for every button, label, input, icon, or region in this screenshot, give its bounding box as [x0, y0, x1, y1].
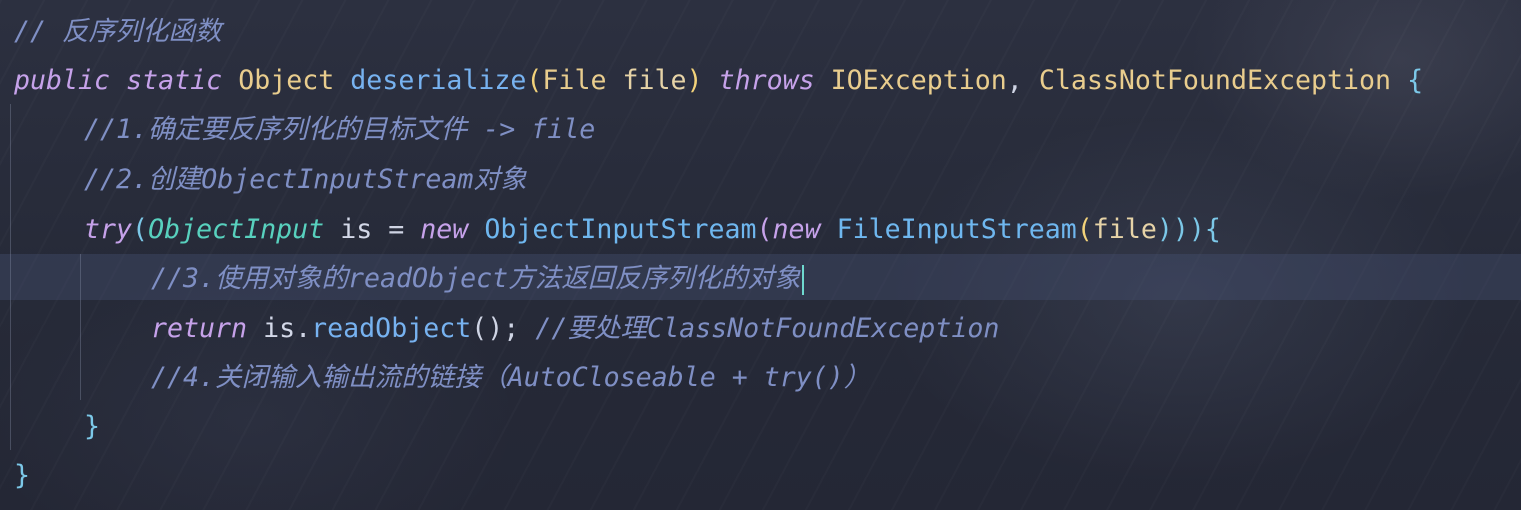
exception-type: ClassNotFoundException: [1038, 65, 1392, 96]
param-name: file: [622, 65, 687, 96]
variable: is: [340, 214, 373, 245]
text-caret: [801, 264, 804, 295]
call-parens: ();: [471, 313, 520, 344]
brace: }: [14, 460, 31, 491]
paren: (: [526, 65, 543, 96]
keyword-static: static: [126, 65, 223, 96]
operator: =: [388, 214, 405, 245]
indent-guide: [80, 254, 81, 400]
comma: ,: [1006, 65, 1023, 96]
class-name: FileInputStream: [836, 214, 1077, 245]
method-name: deserialize: [350, 65, 527, 96]
code-line-8[interactable]: //4.关闭输入输出流的链接（AutoCloseable + try()）: [151, 353, 870, 403]
code-line-1[interactable]: // 反序列化函数: [14, 7, 222, 57]
brace: {: [1204, 214, 1221, 245]
argument: file: [1092, 214, 1157, 245]
paren: (: [132, 214, 149, 245]
comment: //1.确定要反序列化的目标文件 -> file: [84, 114, 596, 145]
paren: (: [1076, 214, 1093, 245]
code-line-2[interactable]: public static Object deserialize(File fi…: [14, 56, 1423, 106]
keyword-new: new: [420, 214, 469, 245]
method-call: readObject: [311, 313, 472, 344]
param-type: File: [542, 65, 607, 96]
brace: }: [84, 411, 101, 442]
comment: //要处理ClassNotFoundException: [535, 313, 1000, 344]
code-line-9[interactable]: }: [84, 402, 100, 452]
paren: ))): [1156, 214, 1205, 245]
keyword-new: new: [772, 214, 821, 245]
brace: {: [1407, 65, 1424, 96]
code-line-5[interactable]: try(ObjectInput is = new ObjectInputStre…: [84, 205, 1221, 255]
indent-guide: [10, 104, 11, 450]
interface-type: ObjectInput: [148, 214, 325, 245]
exception-type: IOException: [830, 65, 1007, 96]
comment: // 反序列化函数: [14, 16, 222, 47]
comment: //4.关闭输入输出流的链接（AutoCloseable + try()）: [151, 362, 871, 393]
code-line-7[interactable]: return is.readObject(); //要处理ClassNotFou…: [151, 304, 999, 354]
return-type: Object: [238, 65, 335, 96]
code-line-10[interactable]: }: [14, 451, 30, 501]
keyword-throws: throws: [718, 65, 815, 96]
variable: is: [263, 313, 296, 344]
code-line-3[interactable]: //1.确定要反序列化的目标文件 -> file: [84, 105, 595, 155]
code-editor[interactable]: // 反序列化函数 public static Object deseriali…: [0, 0, 1521, 510]
comment: //3.使用对象的readObject方法返回反序列化的对象: [151, 263, 801, 294]
keyword-try: try: [84, 214, 133, 245]
paren: ): [686, 65, 703, 96]
comment: //2.创建ObjectInputStream对象: [84, 164, 527, 195]
code-line-6[interactable]: //3.使用对象的readObject方法返回反序列化的对象: [151, 254, 804, 304]
dot: .: [295, 313, 312, 344]
class-name: ObjectInputStream: [484, 214, 757, 245]
paren: (: [756, 214, 773, 245]
keyword-public: public: [14, 65, 111, 96]
keyword-return: return: [151, 313, 248, 344]
code-line-4[interactable]: //2.创建ObjectInputStream对象: [84, 155, 527, 205]
